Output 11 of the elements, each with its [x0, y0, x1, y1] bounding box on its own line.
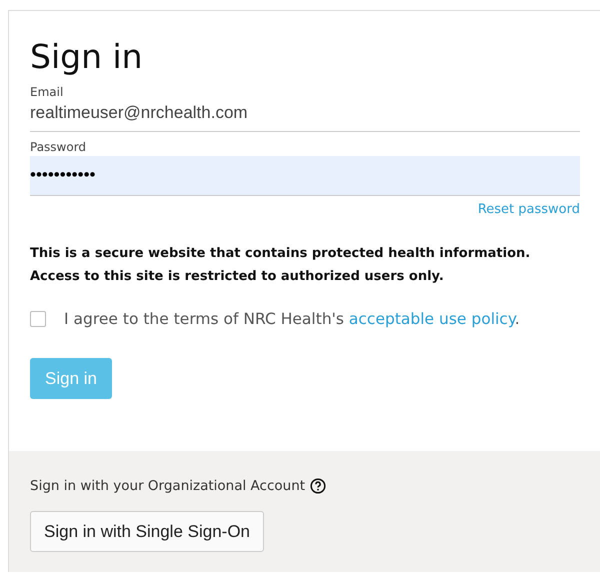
password-field[interactable]: •••••••••••	[30, 156, 580, 196]
agree-checkbox[interactable]	[30, 311, 46, 327]
security-notice: This is a secure website that contains protected health information. Access to this site is restricted to authorized users only.	[30, 245, 532, 286]
organizational-account-text: Sign in with your Organizational Account	[30, 478, 306, 494]
email-label: Email	[30, 85, 64, 99]
page-title: Sign in	[30, 37, 144, 77]
help-icon[interactable]	[310, 478, 326, 494]
single-sign-on-button[interactable]: Sign in with Single Sign-On	[30, 511, 264, 552]
password-label: Password	[30, 140, 88, 154]
agreement-text: I agree to the terms of NRC Health's acceptable use policy.	[64, 310, 520, 328]
email-field[interactable]: realtimeuser@nrchealth.com	[30, 99, 580, 132]
